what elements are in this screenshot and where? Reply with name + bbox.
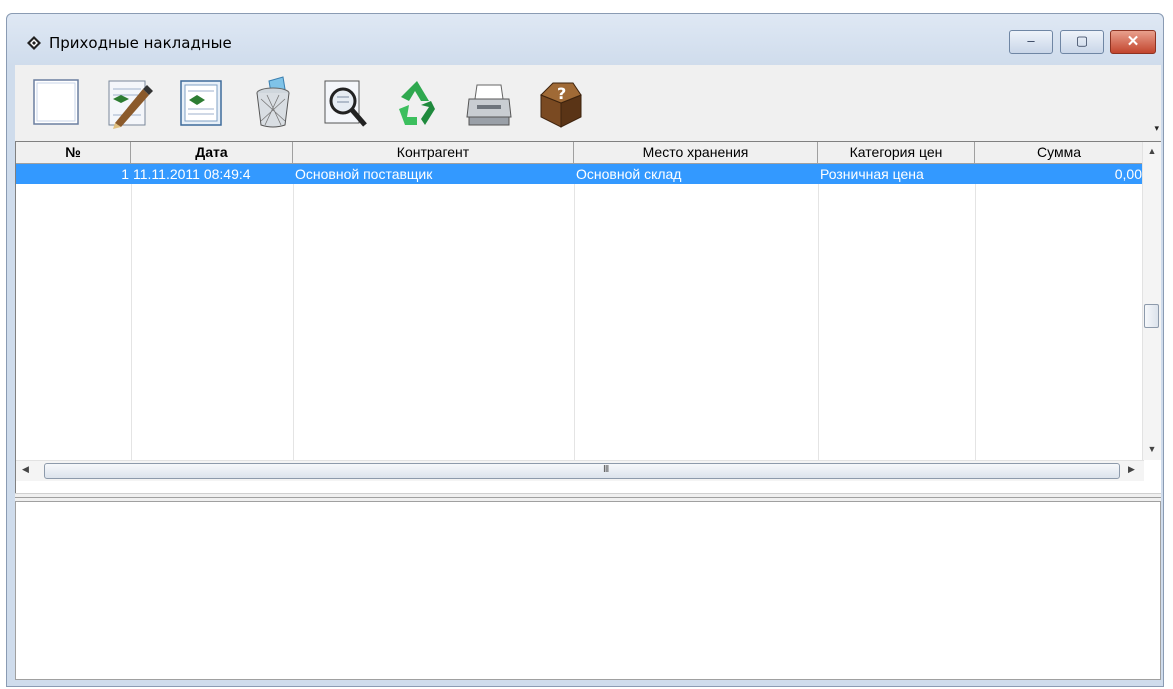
column-header-number[interactable]: № [16, 142, 131, 163]
window-title: Приходные накладные [49, 34, 232, 52]
table-row[interactable]: 1 11.11.2011 08:49:4 Основной поставщик … [16, 164, 1144, 184]
scroll-right-icon[interactable]: ▶ [1128, 464, 1135, 475]
cell-storage: Основной склад [576, 166, 682, 182]
blank-document-icon [33, 79, 79, 125]
column-header-counterparty[interactable]: Контрагент [293, 142, 574, 163]
printer-icon [466, 84, 512, 126]
cell-date: 11.11.2011 08:49:4 [133, 166, 251, 182]
column-header-storage[interactable]: Место хранения [574, 142, 818, 163]
copy-document-button[interactable] [175, 75, 227, 131]
magnifier-icon [324, 80, 367, 127]
cell-number: 1 [121, 166, 129, 182]
maximize-button[interactable]: ▢ [1060, 30, 1104, 54]
cell-counterparty: Основной поставщик [295, 166, 433, 182]
panel-splitter[interactable] [15, 493, 1161, 498]
help-button[interactable]: ? [535, 75, 587, 131]
column-divider [975, 164, 976, 464]
app-diamond-icon [27, 36, 41, 50]
detail-panel [15, 501, 1161, 680]
column-divider [131, 164, 132, 464]
recycle-arrows-icon [399, 81, 435, 125]
column-header-price-category[interactable]: Категория цен [818, 142, 975, 163]
scroll-left-icon[interactable]: ◀ [22, 464, 29, 475]
delete-button[interactable] [247, 75, 299, 131]
box-question-icon: ? [540, 82, 582, 128]
close-button[interactable]: ✕ [1110, 30, 1156, 54]
cell-sum: 0,00 [1114, 166, 1142, 182]
recycle-bin-icon [256, 76, 290, 128]
vertical-scrollbar[interactable]: ▲ ▼ [1142, 142, 1161, 460]
cell-price-category: Розничная цена [820, 166, 924, 182]
column-divider [818, 164, 819, 464]
document-pencil-icon [108, 80, 153, 129]
toolbar: ? ▾ [15, 65, 1161, 141]
vertical-scroll-thumb[interactable] [1144, 304, 1159, 328]
minimize-icon: – [1027, 33, 1035, 48]
maximize-icon: ▢ [1075, 33, 1089, 48]
grid-header: № Дата Контрагент Место хранения Категор… [16, 142, 1144, 164]
new-document-button[interactable] [31, 75, 83, 131]
document-copy-icon [180, 80, 222, 126]
app-window: Приходные накладные – ▢ ✕ ? ▾ № Дата Кон… [6, 13, 1164, 687]
scroll-down-icon[interactable]: ▼ [1143, 444, 1161, 454]
horizontal-scroll-thumb[interactable]: III [44, 463, 1120, 479]
client-area: ? ▾ № Дата Контрагент Место хранения Кат… [15, 65, 1161, 680]
toolbar-overflow-icon[interactable]: ▾ [1154, 123, 1159, 134]
svg-text:?: ? [557, 84, 566, 103]
column-divider [574, 164, 575, 464]
scroll-up-icon[interactable]: ▲ [1143, 146, 1161, 156]
documents-grid[interactable]: № Дата Контрагент Место хранения Категор… [15, 141, 1161, 493]
scroll-grip: III [603, 464, 609, 475]
horizontal-scrollbar[interactable]: ◀ III ▶ [16, 460, 1144, 481]
edit-document-button[interactable] [103, 75, 155, 131]
refresh-button[interactable] [391, 75, 443, 131]
column-header-sum[interactable]: Сумма [975, 142, 1144, 163]
search-button[interactable] [319, 75, 371, 131]
column-header-date[interactable]: Дата [131, 142, 293, 163]
minimize-button[interactable]: – [1009, 30, 1053, 54]
column-divider [293, 164, 294, 464]
close-icon: ✕ [1126, 33, 1140, 50]
title-bar[interactable]: Приходные накладные – ▢ ✕ [7, 14, 1163, 66]
print-button[interactable] [463, 75, 515, 131]
